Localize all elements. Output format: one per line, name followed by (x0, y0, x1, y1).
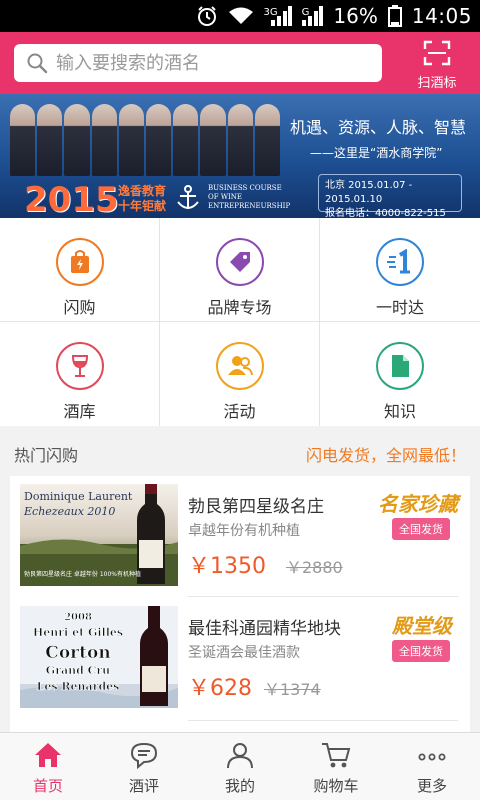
grid-item-flash-sale[interactable]: 闪购 (0, 218, 160, 322)
product-price: ￥1350 (188, 554, 266, 579)
app-header: 扫酒标 (0, 32, 480, 94)
product-list: Dominique Laurent Echezeaux 2010 勃艮第四星级名… (10, 476, 470, 732)
hot-flash-header: 热门闪购 闪电发货，全网最低！ (0, 426, 480, 476)
product-desc: 圣诞酒会最佳酒款 (188, 645, 300, 661)
grid-label-knowledge: 知识 (383, 402, 416, 421)
product-image-text-1: Dominique Laurent (24, 490, 133, 503)
wifi-icon (228, 7, 253, 24)
scan-label-button[interactable]: 扫酒标 (406, 40, 468, 91)
grid-item-events[interactable]: 活动 (160, 322, 320, 426)
product-image-text-4: Grand Cru (46, 664, 110, 677)
banner-org-line1: 逸香教育 (118, 184, 167, 198)
anchor-logo-icon (177, 185, 199, 209)
scan-icon (423, 40, 451, 66)
chat-icon (130, 742, 158, 770)
nationwide-shipping-badge: 全国发货 (392, 518, 450, 540)
product-tag: 殿堂级 (392, 614, 452, 638)
product-image-text-1: 2008 (64, 612, 92, 623)
nav-label-more: 更多 (416, 777, 447, 795)
divider (188, 720, 458, 721)
nav-label-home: 首页 (32, 777, 63, 795)
promo-banner[interactable]: 机遇、资源、人脉、智慧 ——这里是“酒水商学院” 2015 逸香教育 十年钜献 … (0, 94, 480, 218)
section-slogan: 闪电发货，全网最低！ (305, 446, 466, 465)
product-original-price: ￥1374 (264, 680, 321, 699)
product-image-text-3: Corton (45, 643, 110, 663)
status-bar: 3G G 16% 14:05 (0, 0, 480, 32)
grid-label-cellar: 酒库 (63, 402, 96, 421)
grid-label-express: 一时达 (375, 298, 424, 317)
banner-dates: 北京 2015.01.07 - 2015.01.10 (325, 180, 413, 205)
banner-people-image (10, 104, 281, 176)
product-price: ￥628 (188, 676, 252, 701)
product-image: Dominique Laurent Echezeaux 2010 勃艮第四星级名… (20, 484, 178, 586)
people-icon (215, 342, 264, 390)
search-icon (27, 53, 48, 74)
divider (188, 596, 458, 597)
nationwide-shipping-badge: 全国发货 (392, 640, 450, 662)
grid-item-brand[interactable]: 品牌专场 (160, 218, 320, 322)
product-name: 勃艮第四星级名庄 (188, 497, 324, 517)
nav-home[interactable]: 首页 (0, 733, 96, 800)
home-icon (35, 743, 61, 767)
search-bar[interactable] (14, 44, 382, 82)
product-name: 最佳科通园精华地块 (188, 619, 341, 639)
banner-org-line2: 十年钜献 (118, 199, 167, 213)
section-title: 热门闪购 (14, 446, 79, 465)
nav-label-cart: 购物车 (313, 777, 359, 795)
banner-org: 逸香教育 十年钜献 (118, 184, 166, 214)
nav-more[interactable]: 更多 (384, 733, 480, 800)
nav-reviews[interactable]: 酒评 (96, 733, 192, 800)
search-input[interactable] (56, 52, 376, 74)
network-type-1: 3G (263, 7, 278, 18)
product-desc: 卓越年份有机种植 (188, 523, 300, 539)
product-image-text-2: Echezeaux 2010 (23, 505, 115, 518)
product-image-text-5: Les Renardes (37, 680, 120, 693)
grid-item-cellar[interactable]: 酒库 (0, 322, 160, 426)
banner-course-line2: OF WINE (208, 193, 243, 201)
banner-year: 2015 (24, 180, 119, 218)
banner-course: BUSINESS COURSE OF WINE ENTREPRENEURSHIP (208, 184, 290, 211)
product-image-caption: 勃艮第四星级名庄 卓越年份 100%有机种植 (24, 570, 141, 578)
product-image-text-2: Henri et Gilles (33, 626, 123, 639)
category-grid: 闪购 品牌专场 一时达 酒库 活动 知识 (0, 218, 480, 426)
tag-icon (215, 238, 264, 286)
battery-percent: 16% (333, 4, 378, 28)
battery-icon (387, 5, 402, 27)
banner-subline: ——这里是“酒水商学院” (310, 146, 443, 160)
product-original-price: ￥2880 (286, 558, 343, 577)
user-icon (227, 743, 253, 769)
grid-label-brand: 品牌专场 (207, 298, 272, 317)
nav-label-profile: 我的 (224, 777, 255, 795)
clock: 14:05 (411, 4, 472, 28)
flash-bag-icon (55, 238, 104, 286)
more-icon (418, 753, 446, 761)
express-1-icon (376, 238, 424, 286)
banner-headline: 机遇、资源、人脉、智慧 (290, 118, 467, 137)
banner-course-line3: ENTREPRENEURSHIP (208, 202, 291, 210)
wine-glass-icon (55, 342, 104, 390)
banner-course-line1: BUSINESS COURSE (208, 184, 282, 192)
product-card[interactable]: Dominique Laurent Echezeaux 2010 勃艮第四星级名… (10, 476, 470, 596)
product-card[interactable]: 2008 Henri et Gilles Corton Grand Cru Le… (10, 598, 470, 718)
grid-label-flash-sale: 闪购 (63, 298, 96, 317)
banner-phone: 报名电话：4000-822-515 (325, 208, 446, 218)
nav-cart[interactable]: 购物车 (288, 733, 384, 800)
grid-label-events: 活动 (223, 402, 256, 421)
product-tag: 名家珍藏 (378, 492, 458, 516)
nav-label-reviews: 酒评 (128, 777, 159, 795)
nav-profile[interactable]: 我的 (192, 733, 288, 800)
cart-icon (322, 743, 351, 768)
bottom-nav: 首页 酒评 我的 购物车 更多 (0, 732, 480, 800)
grid-item-knowledge[interactable]: 知识 (320, 322, 480, 426)
document-icon (376, 342, 424, 390)
network-type-2: G (301, 7, 310, 18)
banner-info-box: 北京 2015.01.07 - 2015.01.10 报名电话：4000-822… (318, 174, 462, 218)
alarm-clock-icon (197, 6, 216, 26)
scan-label: 扫酒标 (417, 76, 457, 91)
grid-item-express[interactable]: 一时达 (320, 218, 480, 322)
product-image: 2008 Henri et Gilles Corton Grand Cru Le… (20, 606, 178, 708)
